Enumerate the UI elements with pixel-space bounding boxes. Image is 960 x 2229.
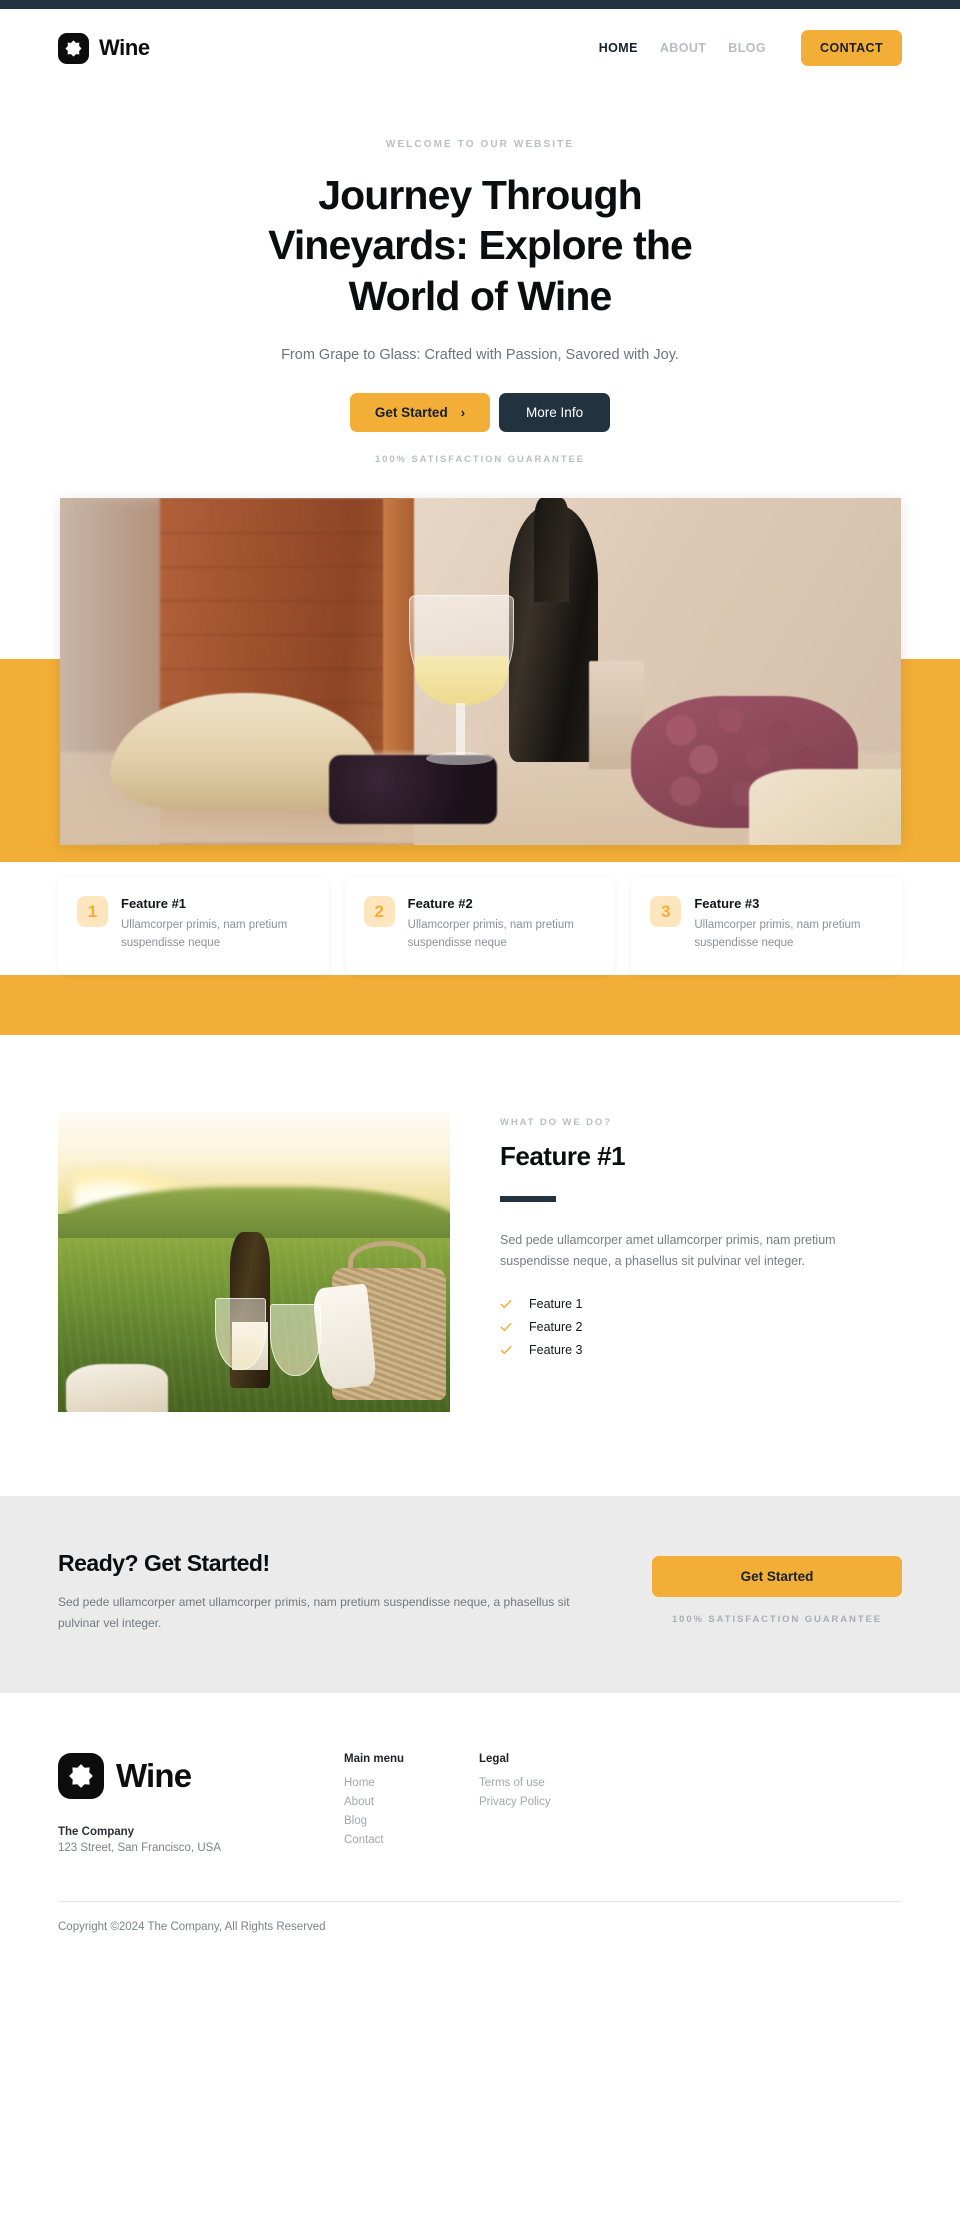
nav-item-blog[interactable]: BLOG: [728, 41, 766, 55]
wine-logo-icon: [58, 1753, 104, 1800]
what-we-do-section: WHAT DO WE DO? Feature #1 Sed pede ullam…: [0, 1034, 960, 1496]
page-title: Journey Through Vineyards: Explore the W…: [268, 172, 693, 319]
feature-card-title: Feature #1: [121, 896, 187, 912]
get-started-button[interactable]: Get Started ›: [349, 393, 491, 433]
feature-card-text: Ullamcorper primis, nam pretium suspendi…: [407, 919, 574, 950]
hero-eyebrow: WELCOME TO OUR WEBSITE: [385, 139, 575, 150]
what-we-do-body: WHAT DO WE DO? Feature #1 Sed pede ullam…: [500, 1112, 902, 1366]
cta-section: Ready? Get Started! Sed pede ullamcorper…: [0, 1495, 960, 1694]
hero-image: [59, 498, 901, 846]
list-item-label: Feature 1: [529, 1296, 583, 1311]
hero-section: WELCOME TO OUR WEBSITE Journey Through V…: [0, 87, 960, 466]
copyright-text: Copyright ©2024 The Company, All Rights …: [58, 1921, 326, 1934]
footer-divider: [58, 1901, 902, 1903]
footer-link-blog[interactable]: Blog: [344, 1815, 479, 1827]
cta-get-started-button[interactable]: Get Started: [652, 1555, 902, 1597]
footer-link-contact[interactable]: Contact: [344, 1834, 479, 1846]
footer-brand-block: Wine The Company 123 Street, San Francis…: [58, 1753, 344, 1854]
wine-logo-icon: [58, 32, 89, 64]
feature-number-badge: 2: [363, 896, 395, 928]
list-item-label: Feature 3: [529, 1342, 583, 1357]
feature-checklist: Feature 1 Feature 2 Feature 3: [500, 1297, 902, 1357]
site-footer: Wine The Company 123 Street, San Francis…: [0, 1693, 960, 1974]
footer-logo[interactable]: Wine: [58, 1753, 344, 1800]
feature-card-text: Ullamcorper primis, nam pretium suspendi…: [121, 919, 288, 950]
feature-card-text: Ullamcorper primis, nam pretium suspendi…: [694, 919, 861, 950]
cta-title: Ready? Get Started!: [58, 1549, 270, 1576]
footer-company-name: The Company: [58, 1826, 135, 1839]
hero-guarantee: 100% SATISFACTION GUARANTEE: [374, 454, 585, 466]
footer-link-about[interactable]: About: [344, 1796, 479, 1808]
check-icon: [500, 1322, 512, 1332]
cta-guarantee: 100% SATISFACTION GUARANTEE: [671, 1613, 882, 1625]
contact-button[interactable]: CONTACT: [801, 30, 902, 66]
top-accent-bar: [0, 0, 960, 9]
list-item-label: Feature 2: [529, 1319, 583, 1334]
cta-text-block: Ready? Get Started! Sed pede ullamcorper…: [58, 1550, 612, 1633]
footer-column-title: Main menu: [344, 1753, 405, 1766]
list-item: Feature 3: [500, 1343, 902, 1357]
chevron-right-icon: ›: [460, 405, 466, 421]
feature-number-badge: 3: [650, 896, 682, 928]
feature-cards: 1 Feature #1 Ullamcorper primis, nam pre…: [0, 845, 960, 975]
what-we-do-eyebrow: WHAT DO WE DO?: [500, 1116, 612, 1128]
cta-action-block: Get Started 100% SATISFACTION GUARANTEE: [652, 1550, 902, 1625]
list-item: Feature 2: [500, 1320, 902, 1334]
hero-image-scene: [59, 498, 901, 846]
hero-button-group: Get Started › More Info: [0, 393, 960, 433]
nav-item-home[interactable]: HOME: [599, 41, 638, 55]
footer-link-home[interactable]: Home: [344, 1777, 479, 1789]
footer-column-legal: Legal Terms of use Privacy Policy: [479, 1753, 614, 1854]
feature-card[interactable]: 1 Feature #1 Ullamcorper primis, nam pre…: [58, 877, 329, 975]
footer-column-title: Legal: [479, 1753, 510, 1766]
feature-number-badge: 1: [77, 896, 108, 928]
site-header: Wine HOME ABOUT BLOG CONTACT: [0, 9, 960, 87]
accent-band-bottom: [0, 974, 960, 1035]
feature-card-title: Feature #3: [694, 896, 760, 912]
footer-link-privacy[interactable]: Privacy Policy: [479, 1796, 614, 1808]
vineyard-image: [58, 1111, 450, 1412]
footer-columns: Wine The Company 123 Street, San Francis…: [58, 1753, 902, 1854]
what-we-do-title: Feature #1: [500, 1140, 626, 1171]
hero-image-band: 1 Feature #1 Ullamcorper primis, nam pre…: [0, 498, 960, 1035]
get-started-label: Get Started: [374, 405, 448, 421]
more-info-button[interactable]: More Info: [499, 393, 611, 433]
landing-page: Wine HOME ABOUT BLOG CONTACT WELCOME TO …: [0, 0, 960, 1974]
check-icon: [500, 1345, 512, 1355]
what-we-do-text: Sed pede ullamcorper amet ullamcorper pr…: [500, 1232, 836, 1269]
footer-column-main-menu: Main menu Home About Blog Contact: [344, 1753, 479, 1854]
brand-name: Wine: [99, 35, 150, 60]
list-item: Feature 1: [500, 1297, 902, 1311]
feature-card-title: Feature #2: [407, 896, 473, 912]
footer-address: 123 Street, San Francisco, USA: [58, 1842, 221, 1855]
footer-brand-name: Wine: [116, 1757, 192, 1795]
check-icon: [500, 1299, 512, 1309]
brand-logo[interactable]: Wine: [58, 32, 150, 64]
feature-card[interactable]: 3 Feature #3 Ullamcorper primis, nam pre…: [631, 877, 903, 975]
hero-subtitle: From Grape to Glass: Crafted with Passio…: [281, 347, 679, 364]
cta-text: Sed pede ullamcorper amet ullamcorper pr…: [58, 1594, 570, 1630]
title-underline: [500, 1195, 556, 1202]
main-nav: HOME ABOUT BLOG CONTACT: [599, 30, 902, 66]
feature-card[interactable]: 2 Feature #2 Ullamcorper primis, nam pre…: [344, 877, 616, 975]
nav-item-about[interactable]: ABOUT: [660, 41, 706, 55]
footer-link-terms[interactable]: Terms of use: [479, 1777, 614, 1789]
